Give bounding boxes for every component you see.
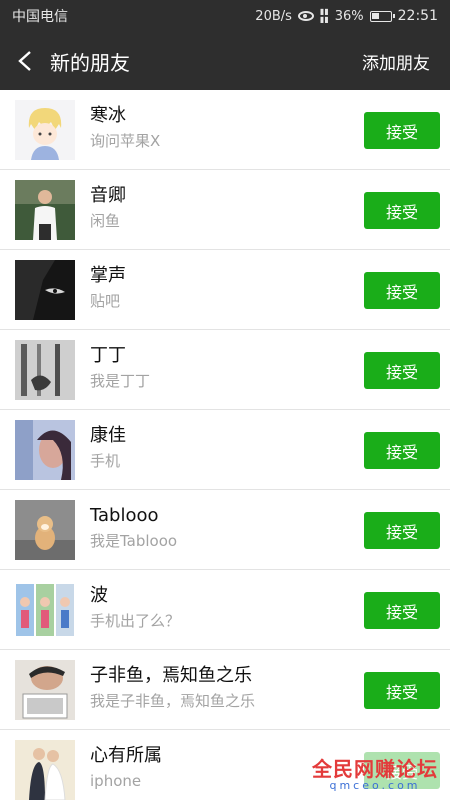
signal-icon: ▮▮ ▮▮ [319,7,329,24]
contact-name: 康佳 [90,425,126,446]
accept-button[interactable]: 接受 [364,672,440,709]
accept-button[interactable]: 接受 [364,192,440,229]
battery-icon [369,10,395,22]
contact-name: 波 [90,585,108,606]
list-item[interactable]: Tablooo 我是Tablooo 接受 [0,490,450,570]
contact-name: Tablooo [90,505,159,526]
accept-button[interactable]: 接受 [364,112,440,149]
contact-name: 寒冰 [90,105,126,126]
list-item[interactable]: 波 手机出了么？ 接受 [0,570,450,650]
avatar [15,580,75,640]
eye-icon [297,11,314,21]
watermark-title: 全民网赚论坛 [312,757,438,781]
contact-name: 掌声 [90,265,126,286]
accept-button[interactable]: 接受 [364,272,440,309]
list-item[interactable]: 音卿 闲鱼 接受 [0,170,450,250]
request-note: 贴吧 [90,292,121,310]
request-note: 闲鱼 [90,212,121,230]
add-friend-button[interactable]: 添加朋友 [362,32,430,90]
accept-button[interactable]: 接受 [364,352,440,389]
avatar [15,500,75,560]
contact-name: 音卿 [90,185,126,206]
clock: 22:51 [397,8,438,24]
accept-button[interactable]: 接受 [364,592,440,629]
watermark-url: qmceo.com [329,779,421,792]
contact-name: 心有所属 [90,745,162,766]
back-arrow-icon[interactable] [2,32,48,90]
request-note: 手机出了么？ [90,612,181,630]
request-note: 我是丁丁 [90,372,151,390]
list-item[interactable]: 子非鱼，焉知鱼之乐 我是子非鱼，焉知鱼之乐 接受 [0,650,450,730]
carrier-label: 中国电信 [12,9,68,25]
avatar [15,340,75,400]
avatar [15,260,75,320]
avatar [15,180,75,240]
avatar [15,740,75,800]
list-item[interactable]: 康佳 手机 接受 [0,410,450,490]
contact-name: 子非鱼，焉知鱼之乐 [90,665,252,686]
request-note: 我是子非鱼，焉知鱼之乐 [90,692,256,710]
network-speed: 20B/s [255,8,292,24]
avatar [15,420,75,480]
list-item[interactable]: 掌声 贴吧 接受 [0,250,450,330]
avatar [15,100,75,160]
friend-request-list: 寒冰 询问苹果X 接受 音卿 闲鱼 接受 掌声 贴吧 接受 丁丁 我是丁丁 接受… [0,90,450,800]
request-note: 我是Tablooo [90,532,178,550]
watermark: 全民网赚论坛 qmceo.com [312,758,438,792]
request-note: iphone [90,772,142,790]
request-note: 手机 [90,452,121,470]
list-item[interactable]: 丁丁 我是丁丁 接受 [0,330,450,410]
request-note: 询问苹果X [90,132,161,150]
list-item[interactable]: 寒冰 询问苹果X 接受 [0,90,450,170]
avatar [15,660,75,720]
status-indicators: 20B/s ▮▮ ▮▮ 36% 22:51 [255,7,438,25]
accept-button[interactable]: 接受 [364,432,440,469]
page-title: 新的朋友 [50,50,130,75]
contact-name: 丁丁 [90,345,126,366]
battery-percent: 36% [334,8,364,24]
nav-bar: 新的朋友 添加朋友 [0,32,450,90]
accept-button[interactable]: 接受 [364,512,440,549]
status-bar: 中国电信 20B/s ▮▮ ▮▮ 36% 22:51 [0,0,450,32]
